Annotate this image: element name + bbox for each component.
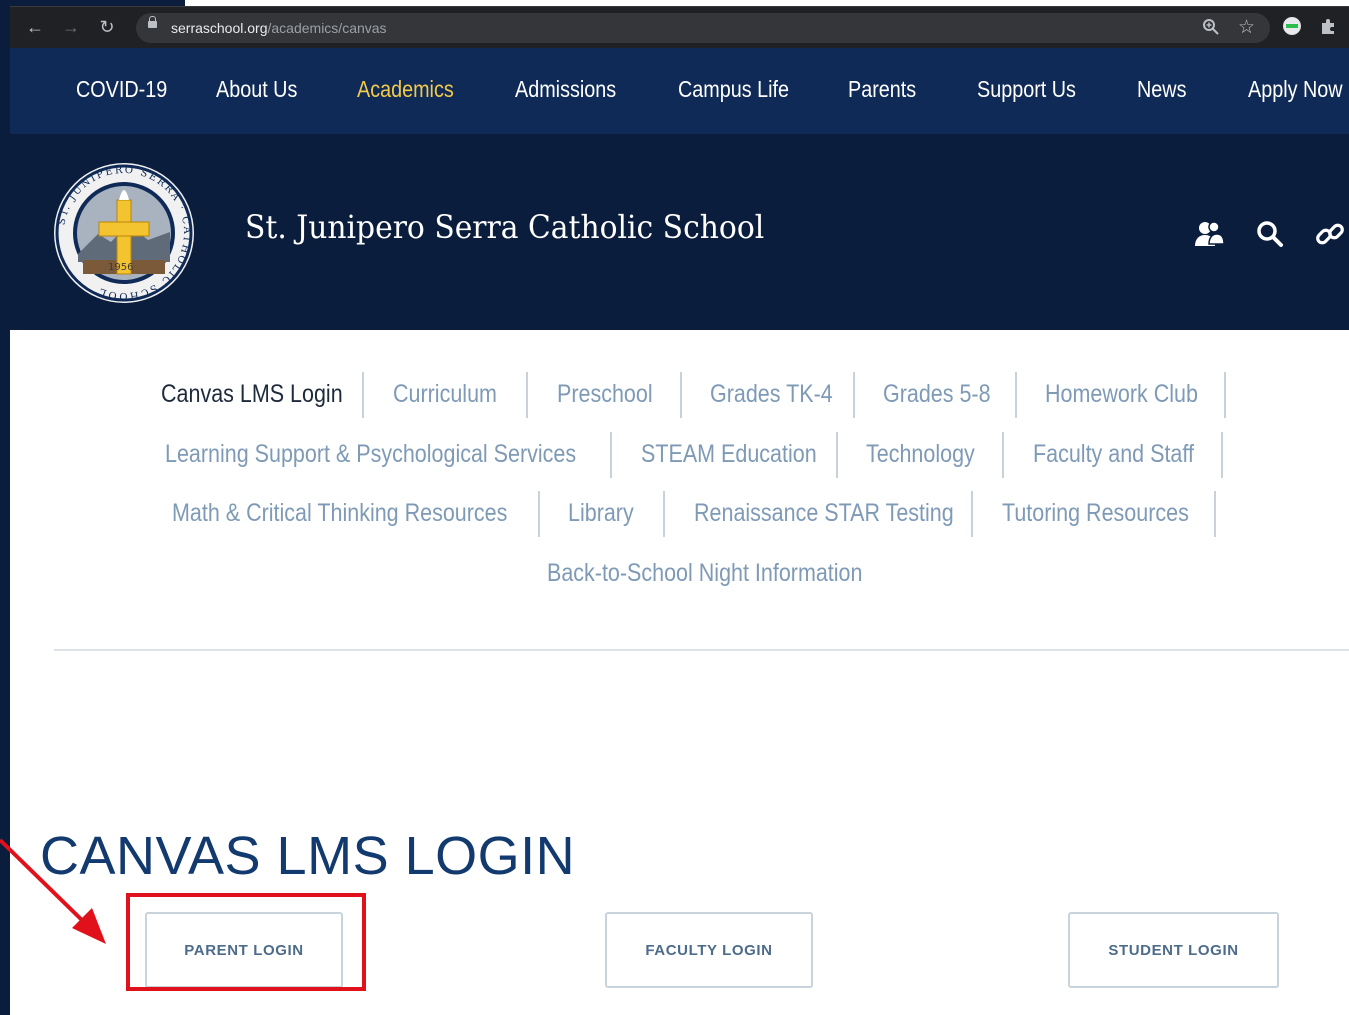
annotation-arrow-icon bbox=[0, 838, 106, 944]
puzzle-icon[interactable] bbox=[1319, 17, 1337, 35]
browser-toolbar: ← → ↻ serraschool.org/academics/canvas ☆ bbox=[10, 6, 1349, 49]
users-icon[interactable] bbox=[1193, 218, 1225, 250]
subnav-divider bbox=[663, 491, 665, 537]
subnav-divider bbox=[680, 372, 682, 418]
zoom-icon[interactable] bbox=[1202, 18, 1220, 42]
subnav-homework-club[interactable]: Homework Club bbox=[1045, 380, 1198, 409]
nav-campus-life[interactable]: Campus Life bbox=[678, 76, 789, 103]
subnav-divider bbox=[538, 491, 540, 537]
nav-admissions[interactable]: Admissions bbox=[515, 76, 616, 103]
subnav-divider bbox=[1221, 432, 1223, 478]
faculty-login-button[interactable]: FACULTY LOGIN bbox=[605, 912, 813, 988]
nav-covid-19[interactable]: COVID-19 bbox=[76, 76, 167, 103]
subnav-divider bbox=[362, 372, 364, 418]
main-nav: COVID-19 About Us Academics Admissions C… bbox=[10, 48, 1349, 134]
school-logo[interactable]: 1956 ST. JUNIPERO SERRA · CATHOLIC SCHOO… bbox=[53, 162, 195, 304]
forward-arrow-icon[interactable]: → bbox=[60, 16, 82, 38]
search-icon[interactable] bbox=[1254, 218, 1286, 250]
subnav-faculty-and-staff[interactable]: Faculty and Staff bbox=[1033, 440, 1194, 469]
reload-icon[interactable]: ↻ bbox=[96, 16, 118, 38]
lock-icon bbox=[148, 16, 157, 28]
extension-icon[interactable] bbox=[1283, 17, 1301, 35]
page-title: CANVAS LMS LOGIN bbox=[40, 826, 576, 886]
star-icon[interactable]: ☆ bbox=[1238, 18, 1255, 38]
subnav-renaissance-star-testing[interactable]: Renaissance STAR Testing bbox=[694, 499, 954, 528]
annotation-highlight-box bbox=[126, 893, 366, 991]
nav-apply-now[interactable]: Apply Now bbox=[1248, 76, 1343, 103]
nav-about-us[interactable]: About Us bbox=[216, 76, 297, 103]
divider-line bbox=[54, 649, 1349, 651]
subnav-divider bbox=[1015, 372, 1017, 418]
svg-text:1956: 1956 bbox=[108, 262, 133, 273]
subnav-grades-tk-4[interactable]: Grades TK-4 bbox=[710, 380, 833, 409]
subnav-divider bbox=[1002, 432, 1004, 478]
subnav-learning-support[interactable]: Learning Support & Psychological Service… bbox=[165, 440, 576, 469]
subnav-canvas-lms-login[interactable]: Canvas LMS Login bbox=[161, 380, 343, 409]
address-bar[interactable]: serraschool.org/academics/canvas ☆ bbox=[136, 13, 1270, 43]
subnav-divider bbox=[971, 491, 973, 537]
subnav-grades-5-8[interactable]: Grades 5-8 bbox=[883, 380, 991, 409]
subnav-back-to-school-night[interactable]: Back-to-School Night Information bbox=[547, 559, 862, 588]
subnav-divider bbox=[836, 432, 838, 478]
student-login-button[interactable]: STUDENT LOGIN bbox=[1068, 912, 1279, 988]
back-arrow-icon[interactable]: ← bbox=[24, 16, 46, 38]
subnav-divider bbox=[853, 372, 855, 418]
link-icon[interactable] bbox=[1314, 218, 1346, 250]
subnav-preschool[interactable]: Preschool bbox=[557, 380, 653, 409]
subnav-curriculum[interactable]: Curriculum bbox=[393, 380, 497, 409]
nav-support-us[interactable]: Support Us bbox=[977, 76, 1076, 103]
nav-parents[interactable]: Parents bbox=[848, 76, 916, 103]
nav-news[interactable]: News bbox=[1137, 76, 1186, 103]
subnav-library[interactable]: Library bbox=[568, 499, 634, 528]
nav-academics[interactable]: Academics bbox=[357, 76, 454, 103]
school-name[interactable]: St. Junipero Serra Catholic School bbox=[245, 208, 764, 246]
subnav-math-critical-thinking[interactable]: Math & Critical Thinking Resources bbox=[172, 499, 507, 528]
subnav-divider bbox=[526, 372, 528, 418]
subnav-divider bbox=[610, 432, 612, 478]
subnav-steam-education[interactable]: STEAM Education bbox=[641, 440, 817, 469]
subnav-divider bbox=[1224, 372, 1226, 418]
subnav-divider bbox=[1214, 491, 1216, 537]
url-text[interactable]: serraschool.org/academics/canvas bbox=[171, 20, 387, 36]
site-header: 1956 ST. JUNIPERO SERRA · CATHOLIC SCHOO… bbox=[10, 134, 1349, 330]
subnav-tutoring-resources[interactable]: Tutoring Resources bbox=[1002, 499, 1189, 528]
subnav-technology[interactable]: Technology bbox=[866, 440, 975, 469]
